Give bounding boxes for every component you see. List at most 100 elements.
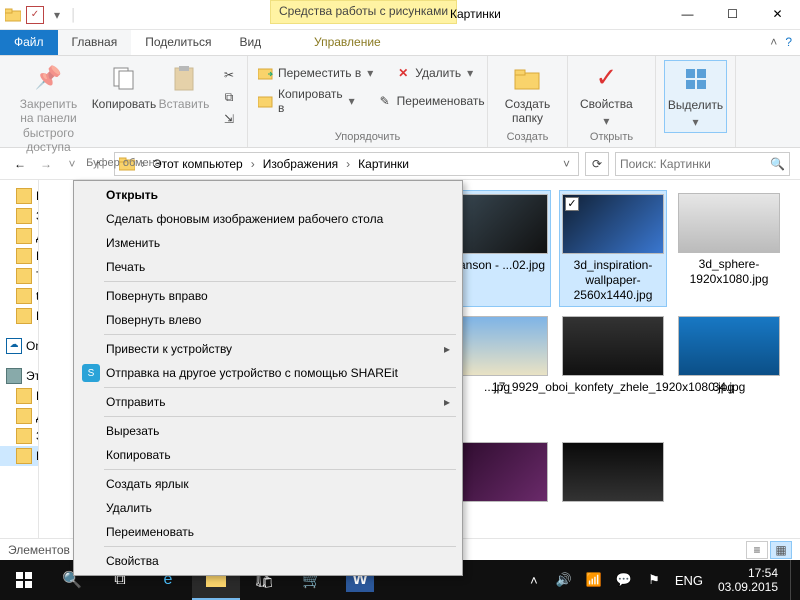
minimize-button[interactable]: — bbox=[665, 0, 710, 28]
tab-share[interactable]: Поделиться bbox=[131, 30, 225, 55]
file-item[interactable]: 34.jpg bbox=[675, 313, 783, 433]
volume-icon[interactable]: 🔊 bbox=[552, 560, 576, 600]
copyto-button[interactable]: Копировать в▾ bbox=[256, 86, 357, 116]
menu-item[interactable]: SОтправка на другое устройство с помощью… bbox=[76, 361, 460, 385]
menu-item[interactable]: Создать ярлык bbox=[76, 472, 460, 496]
copy-icon bbox=[108, 62, 140, 94]
group-new-label: Создать bbox=[496, 131, 559, 145]
pasteshortcut-small-button[interactable]: ⇲ bbox=[219, 110, 239, 128]
file-item[interactable]: 17_9929_oboi_konfety_zhele_1920x1080.jpg bbox=[559, 313, 667, 433]
folder-icon bbox=[16, 248, 32, 264]
copyto-icon bbox=[258, 93, 274, 109]
help-icon[interactable]: ? bbox=[785, 35, 792, 49]
folder-icon bbox=[16, 408, 32, 424]
moveto-button[interactable]: Переместить в▾ bbox=[256, 64, 375, 82]
qat-dropdown-icon[interactable]: ▾ bbox=[48, 6, 66, 24]
qat-properties-icon[interactable]: ✓ bbox=[26, 6, 44, 24]
crumb-pictures[interactable]: Картинки bbox=[356, 157, 411, 171]
status-text: Элементов bbox=[8, 543, 70, 557]
menu-item[interactable]: Удалить bbox=[76, 496, 460, 520]
tab-home[interactable]: Главная bbox=[58, 30, 132, 55]
delete-button[interactable]: ✕Удалить▾ bbox=[393, 64, 475, 82]
menu-separator bbox=[104, 546, 456, 547]
action-center-icon[interactable]: 💬 bbox=[612, 560, 636, 600]
ribbon: 📌Закрепить на панели быстрого доступа Ко… bbox=[0, 56, 800, 148]
thumbnail bbox=[678, 193, 780, 253]
sidebar-item[interactable]: Дс bbox=[0, 406, 38, 426]
address-dropdown[interactable]: ˅ bbox=[559, 157, 574, 171]
clock[interactable]: 17:54 03.09.2015 bbox=[712, 566, 784, 595]
menu-item[interactable]: Сделать фоновым изображением рабочего ст… bbox=[76, 207, 460, 231]
group-organize-label: Упорядочить bbox=[256, 131, 479, 145]
sidebar-item[interactable]: За bbox=[0, 426, 38, 446]
menu-item[interactable]: Изменить bbox=[76, 231, 460, 255]
properties-button[interactable]: ✓Свойства▾ bbox=[576, 60, 637, 131]
sidebar-item[interactable]: Дс bbox=[0, 226, 38, 246]
nav-pane[interactable]: РаЗаДсИзThtoВь☁OneDriveЭтотВьДсЗаИз bbox=[0, 180, 39, 540]
show-desktop[interactable] bbox=[790, 560, 796, 600]
sidebar-item[interactable]: Th bbox=[0, 266, 38, 286]
network-icon[interactable]: 📶 bbox=[582, 560, 606, 600]
paste-button[interactable]: Вставить bbox=[159, 60, 209, 113]
menu-item[interactable]: Копировать bbox=[76, 443, 460, 467]
pin-button[interactable]: 📌Закрепить на панели быстрого доступа bbox=[8, 60, 89, 157]
input-lang[interactable]: ENG bbox=[672, 560, 706, 600]
sidebar-item[interactable]: Из bbox=[0, 446, 38, 466]
menu-item[interactable]: Повернуть влево bbox=[76, 308, 460, 332]
search-icon[interactable]: 🔍 bbox=[770, 157, 785, 171]
tab-manage[interactable]: Управление bbox=[300, 30, 395, 54]
rename-button[interactable]: ✎Переименовать bbox=[375, 86, 487, 116]
thumbnail bbox=[562, 442, 664, 502]
file-name: 3d_sphere-1920x1080.jpg bbox=[678, 257, 780, 287]
file-item[interactable] bbox=[559, 439, 667, 509]
menu-item[interactable]: Свойства bbox=[76, 549, 460, 573]
start-button[interactable] bbox=[0, 560, 48, 600]
crumb-images[interactable]: Изображения bbox=[261, 157, 340, 171]
sidebar-thispc[interactable]: Этот bbox=[0, 366, 38, 386]
select-icon bbox=[680, 63, 712, 95]
search-input[interactable] bbox=[620, 157, 760, 171]
copypath-small-button[interactable]: ⧉ bbox=[219, 88, 239, 106]
view-thumbs-button[interactable]: ▦ bbox=[770, 541, 792, 559]
newfolder-button[interactable]: Создать папку bbox=[496, 60, 559, 128]
select-button[interactable]: Выделить▾ bbox=[664, 60, 727, 133]
tab-view[interactable]: Вид bbox=[225, 30, 275, 55]
shareit-icon: S bbox=[82, 364, 100, 382]
file-item[interactable]: ✓3d_inspiration-wallpaper-2560x1440.jpg bbox=[559, 190, 667, 307]
sidebar-item[interactable]: Ра bbox=[0, 186, 38, 206]
menu-item[interactable]: Повернуть вправо bbox=[76, 284, 460, 308]
menu-item[interactable]: Открыть bbox=[76, 183, 460, 207]
menu-item[interactable]: Вырезать bbox=[76, 419, 460, 443]
thumbnail bbox=[678, 316, 780, 376]
group-open-label: Открыть bbox=[576, 131, 647, 145]
ribbon-collapse-icon[interactable]: ˄ bbox=[770, 35, 777, 49]
menu-item[interactable]: Переименовать bbox=[76, 520, 460, 544]
maximize-button[interactable]: ☐ bbox=[710, 0, 755, 28]
sidebar-item[interactable]: Вь bbox=[0, 386, 38, 406]
menu-separator bbox=[104, 469, 456, 470]
search-box[interactable]: 🔍 bbox=[615, 152, 790, 176]
sidebar-item[interactable]: to bbox=[0, 286, 38, 306]
sidebar-item[interactable]: За bbox=[0, 206, 38, 226]
cut-small-button[interactable]: ✂ bbox=[219, 66, 239, 84]
sidebar-item[interactable]: Из bbox=[0, 246, 38, 266]
copy-button[interactable]: Копировать bbox=[99, 60, 149, 113]
file-name: 34.jpg bbox=[713, 380, 746, 395]
sidebar-item[interactable]: Вь bbox=[0, 306, 38, 326]
delete-icon: ✕ bbox=[395, 65, 411, 81]
menu-item[interactable]: Привести к устройству▸ bbox=[76, 337, 460, 361]
sidebar-onedrive[interactable]: ☁OneDrive bbox=[0, 336, 38, 356]
thumbnail: ✓ bbox=[562, 194, 664, 254]
refresh-button[interactable]: ⟳ bbox=[585, 152, 609, 176]
system-tray: ˄ 🔊 📶 💬 ⚑ ENG 17:54 03.09.2015 bbox=[522, 560, 800, 600]
folder-icon bbox=[16, 228, 32, 244]
flag-icon[interactable]: ⚑ bbox=[642, 560, 666, 600]
file-item[interactable]: 3d_sphere-1920x1080.jpg bbox=[675, 190, 783, 307]
view-details-button[interactable]: ≡ bbox=[746, 541, 768, 559]
tray-chevron-icon[interactable]: ˄ bbox=[522, 560, 546, 600]
tab-file[interactable]: Файл bbox=[0, 30, 58, 55]
menu-item[interactable]: Печать bbox=[76, 255, 460, 279]
menu-item[interactable]: Отправить▸ bbox=[76, 390, 460, 414]
close-button[interactable]: ✕ bbox=[755, 0, 800, 28]
submenu-arrow-icon: ▸ bbox=[444, 395, 450, 409]
